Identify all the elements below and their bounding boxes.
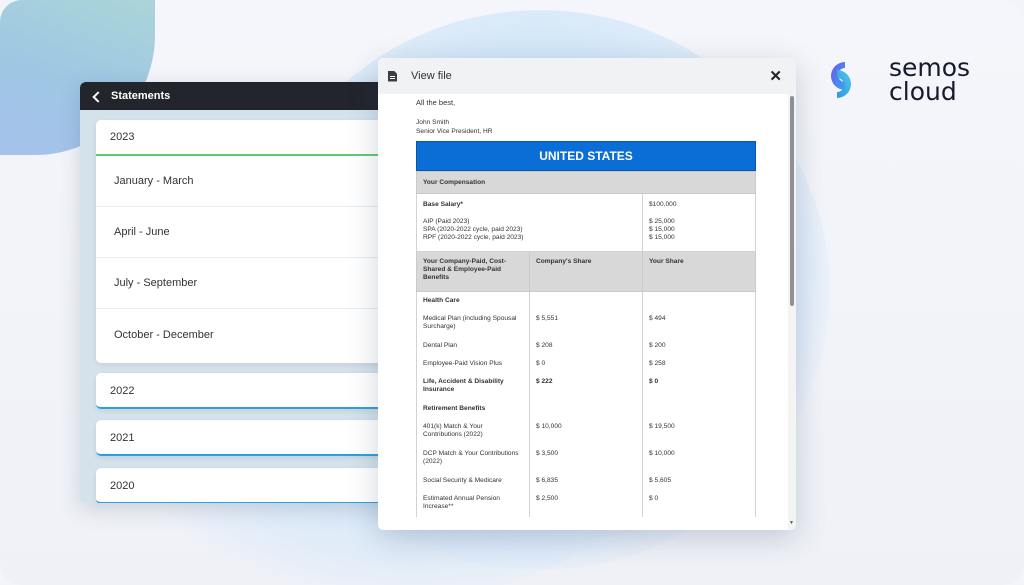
brand-name: semos cloud	[889, 55, 970, 106]
salary-values: $100,000 $ 25,000 $ 15,000 $ 15,000	[642, 193, 756, 252]
your-share-value: $ 258	[642, 354, 756, 373]
view-file-header: View file ✕	[378, 58, 796, 94]
company-share-value: $ 2,500	[529, 489, 643, 517]
salary-labels: Base Salary* AIP (Paid 2023) SPA (2020-2…	[416, 193, 643, 252]
company-share-value: $ 5,551	[529, 309, 643, 337]
table-row: DCP Match & Your Contributions (2022) $ …	[416, 444, 756, 472]
semos-logo-icon	[831, 62, 851, 98]
column-header-company-share: Company's Share	[529, 251, 643, 292]
compensation-section-title: Your Compensation	[416, 171, 756, 194]
document-scrollbar[interactable]: ▼	[788, 94, 796, 530]
year-card-2022[interactable]: 2022	[96, 373, 396, 409]
company-share-value: $ 6,835	[529, 471, 643, 490]
incentive-value: $ 15,000	[649, 234, 675, 241]
incentive-label: SPA (2020-2022 cycle, paid 2023)	[423, 226, 523, 233]
close-icon[interactable]: ✕	[769, 67, 782, 85]
incentive-label: RPF (2020-2022 cycle, paid 2023)	[423, 234, 524, 241]
quarter-item-q1[interactable]: January - March	[96, 156, 396, 207]
table-row: Employee-Paid Vision Plus $ 0 $ 258	[416, 354, 756, 373]
statement-document: All the best, John Smith Senior Vice Pre…	[416, 98, 756, 517]
quarter-item-q3[interactable]: July - September	[96, 258, 396, 309]
table-row: Social Security & Medicare $ 6,835 $ 5,6…	[416, 471, 756, 490]
your-share-value: $ 10,000	[642, 444, 756, 472]
signer-name: John Smith	[416, 119, 449, 126]
benefit-label: Dental Plan	[416, 336, 530, 355]
scroll-down-arrow-icon[interactable]: ▼	[789, 520, 794, 526]
statements-panel: Statements 2023 January - March April - …	[80, 82, 400, 503]
document-icon	[388, 70, 397, 82]
year-header-2021[interactable]: 2021	[96, 420, 396, 456]
your-share-value: $ 0	[642, 489, 756, 517]
column-header-benefit: Your Company-Paid, Cost-Shared & Employe…	[416, 251, 530, 292]
semos-cloud-logo: semos cloud	[815, 50, 995, 110]
table-row: 401(k) Match & Your Contributions (2022)…	[416, 417, 756, 445]
company-share-value: $ 10,000	[529, 417, 643, 445]
view-file-modal: View file ✕ ▼ All the best, John Smith S…	[378, 58, 796, 530]
column-header-your-share: Your Share	[642, 251, 756, 292]
quarter-item-q4[interactable]: October - December	[96, 309, 396, 360]
signer-block: John Smith Senior Vice President, HR	[416, 118, 756, 136]
your-share-value: $ 5,605	[642, 471, 756, 490]
incentive-value: $ 25,000	[649, 218, 675, 225]
your-share-value: $ 0	[642, 372, 756, 400]
letter-signoff: All the best,	[416, 98, 456, 107]
benefit-label: Social Security & Medicare	[416, 471, 530, 490]
table-row: Life, Accident & Disability Insurance $ …	[416, 372, 756, 400]
incentive-label: AIP (Paid 2023)	[423, 218, 470, 225]
benefit-label: Estimated Annual Pension Increase**	[416, 489, 530, 517]
view-file-title: View file	[411, 70, 452, 82]
year-header-2020[interactable]: 2020	[96, 468, 396, 503]
group-title-retirement: Retirement Benefits	[416, 399, 530, 418]
page-background: semos cloud Statements 2023 January - Ma…	[0, 0, 1024, 585]
quarter-item-q2[interactable]: April - June	[96, 207, 396, 258]
company-share-value: $ 3,500	[529, 444, 643, 472]
benefit-label: Medical Plan (including Spousal Surcharg…	[416, 309, 530, 337]
benefits-column-headers: Your Company-Paid, Cost-Shared & Employe…	[416, 251, 756, 292]
base-salary-label: Base Salary*	[423, 201, 463, 208]
table-row: Dental Plan $ 208 $ 200	[416, 336, 756, 355]
benefit-label: Employee-Paid Vision Plus	[416, 354, 530, 373]
country-banner: UNITED STATES	[416, 141, 756, 171]
year-header-2022[interactable]: 2022	[96, 373, 396, 409]
your-share-value: $ 494	[642, 309, 756, 337]
brand-name-line2: cloud	[889, 77, 957, 106]
your-share-value: $ 19,500	[642, 417, 756, 445]
year-card-2020[interactable]: 2020	[96, 468, 396, 503]
company-share-value: $ 0	[529, 354, 643, 373]
benefit-label: DCP Match & Your Contributions (2022)	[416, 444, 530, 472]
statements-header: Statements	[80, 82, 400, 110]
company-share-value: $ 208	[529, 336, 643, 355]
signer-title: Senior Vice President, HR	[416, 128, 493, 135]
your-share-value: $ 200	[642, 336, 756, 355]
table-row: Medical Plan (including Spousal Surcharg…	[416, 309, 756, 337]
statements-title: Statements	[111, 90, 171, 102]
year-header-2023[interactable]: 2023	[96, 120, 396, 156]
back-chevron-icon[interactable]	[92, 90, 104, 103]
company-share-value: $ 222	[529, 372, 643, 400]
benefit-label: Life, Accident & Disability Insurance	[416, 372, 530, 400]
table-row: Estimated Annual Pension Increase** $ 2,…	[416, 489, 756, 517]
group-title-health-care: Health Care	[416, 291, 530, 310]
year-card-2021[interactable]: 2021	[96, 420, 396, 456]
year-card-2023: 2023 January - March April - June July -…	[96, 120, 396, 363]
compensation-table: Your Compensation Base Salary* AIP (Paid…	[416, 171, 756, 517]
incentive-value: $ 15,000	[649, 226, 675, 233]
scrollbar-thumb[interactable]	[790, 96, 794, 306]
base-salary-value: $100,000	[649, 201, 677, 208]
benefit-label: 401(k) Match & Your Contributions (2022)	[416, 417, 530, 445]
